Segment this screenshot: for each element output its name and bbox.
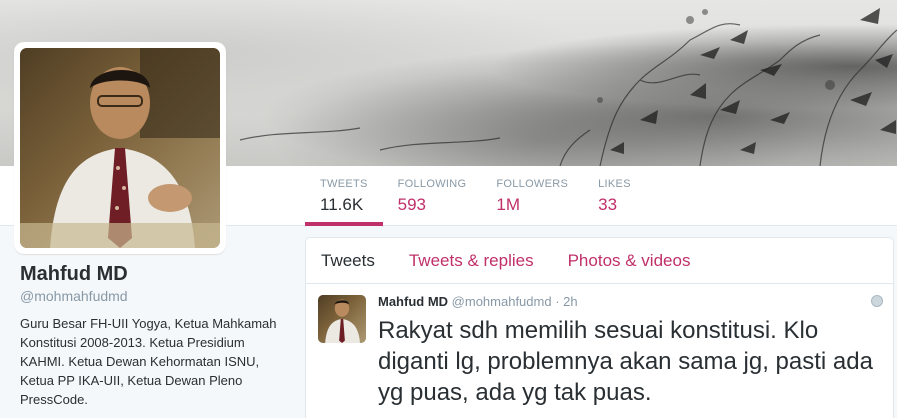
stat-tweets-label: TWEETS: [320, 178, 368, 190]
tab-tweets[interactable]: Tweets: [321, 251, 375, 271]
tab-tweets-and-replies[interactable]: Tweets & replies: [409, 251, 534, 271]
timeline: Tweets Tweets & replies Photos & videos …: [305, 237, 894, 418]
globe-icon: [871, 295, 883, 307]
stat-followers-value: 1M: [496, 195, 520, 214]
tweet-avatar[interactable]: [318, 295, 366, 343]
stat-following[interactable]: FOLLOWING 593: [383, 166, 482, 226]
stat-tweets-value: 11.6K: [320, 195, 364, 214]
stat-tweets[interactable]: TWEETS 11.6K: [305, 166, 383, 226]
tweet-text: Rakyat sdh memilih sesuai konstitusi. Kl…: [378, 317, 873, 406]
stat-followers[interactable]: FOLLOWERS 1M: [481, 166, 583, 226]
profile-handle[interactable]: @mohmahfudmd: [20, 288, 290, 304]
profile-name[interactable]: Mahfud MD: [20, 263, 290, 286]
stat-likes[interactable]: LIKES 33: [583, 166, 646, 226]
tab-photos-and-videos[interactable]: Photos & videos: [568, 251, 691, 271]
profile-avatar[interactable]: [14, 42, 226, 254]
tweet-separator: ·: [555, 294, 560, 309]
tweet-timestamp[interactable]: 2h: [563, 294, 577, 309]
timeline-tabs: Tweets Tweets & replies Photos & videos: [306, 238, 893, 284]
tweet-item[interactable]: Mahfud MD @mohmahfudmd · 2h Rakyat sdh m…: [306, 284, 893, 408]
avatar-photo: [20, 48, 220, 248]
tweet-author-handle[interactable]: @mohmahfudmd: [452, 294, 552, 309]
stat-followers-label: FOLLOWERS: [496, 178, 569, 190]
stat-following-label: FOLLOWING: [397, 178, 467, 190]
tweet-author-name[interactable]: Mahfud MD: [378, 294, 448, 309]
stat-following-value: 593: [397, 195, 427, 214]
profile-bio: Guru Besar FH-UII Yogya, Ketua Mahkamah …: [20, 316, 277, 407]
stat-likes-value: 33: [598, 195, 618, 214]
tweet-header: Mahfud MD @mohmahfudmd · 2h: [378, 294, 881, 310]
stat-likes-label: LIKES: [598, 178, 631, 190]
profile-stats: TWEETS 11.6K FOLLOWING 593 FOLLOWERS 1M …: [305, 166, 646, 226]
profile-info: Mahfud MD @mohmahfudmd Guru Besar FH-UII…: [20, 263, 290, 409]
